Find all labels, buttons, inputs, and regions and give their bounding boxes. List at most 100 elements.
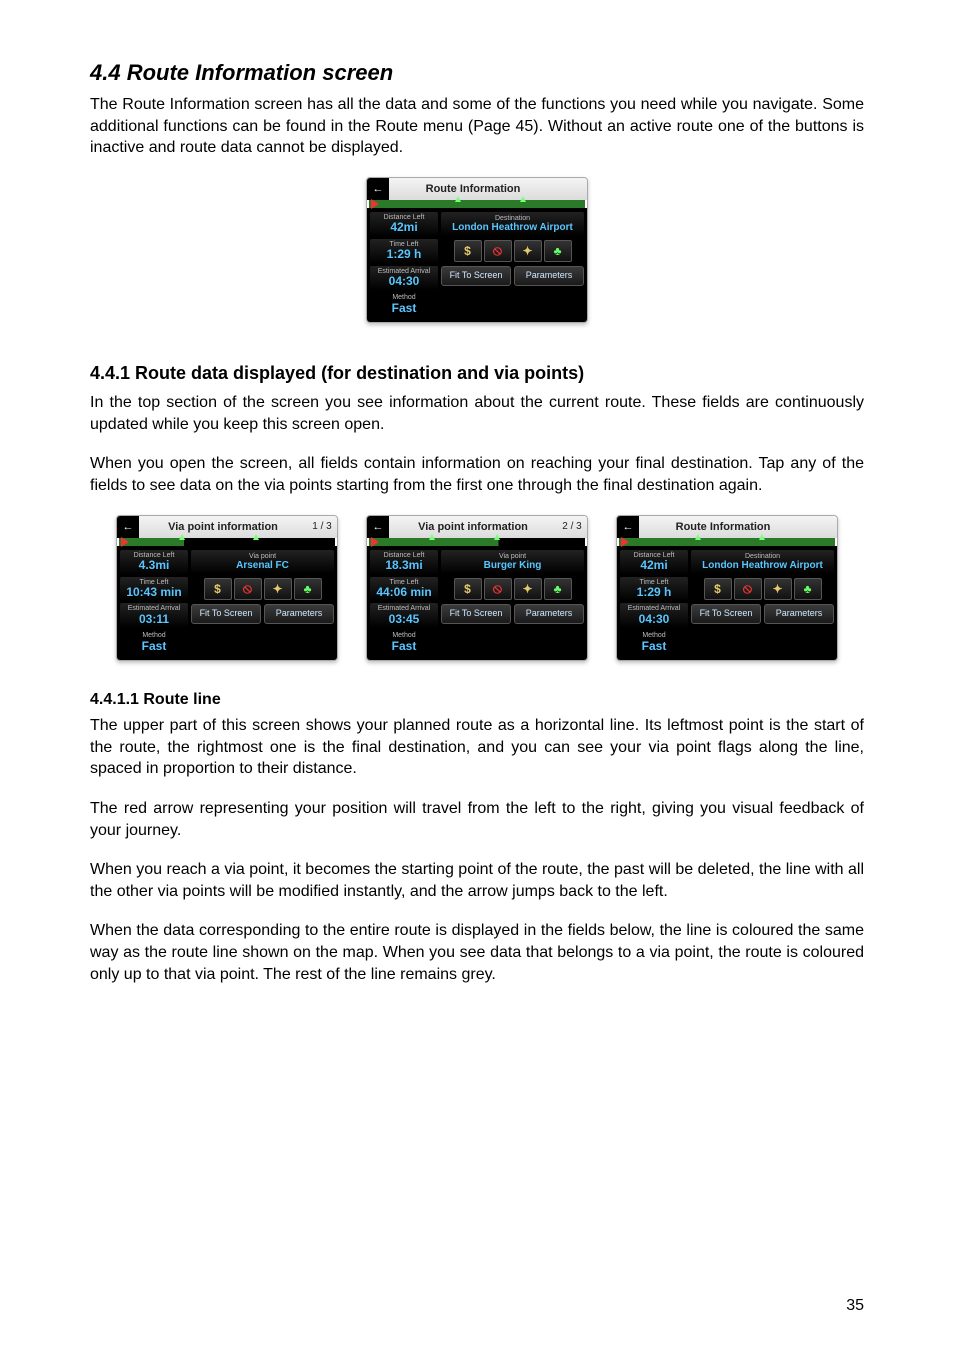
time-left-tile[interactable]: Time Left 44:06 min xyxy=(370,577,438,602)
para-4411d: When the data corresponding to the entir… xyxy=(90,920,864,985)
icon-row: $ ⦸ ✦ ♣ xyxy=(441,240,584,262)
dollar-icon[interactable]: $ xyxy=(204,578,232,600)
screenshot-via-1: ← Via point information 1 / 3 Distance L… xyxy=(116,515,338,662)
label: Destination xyxy=(444,215,581,222)
back-button[interactable]: ← xyxy=(367,178,389,200)
para-441b: When you open the screen, all fields con… xyxy=(90,453,864,496)
titlebar: ← Via point information 1 / 3 xyxy=(117,516,337,538)
heading-4-4-1: 4.4.1 Route data displayed (for destinat… xyxy=(90,363,864,384)
time-left-tile[interactable]: Time Left 1:29 h xyxy=(620,577,688,602)
stop-icon[interactable]: ⦸ xyxy=(484,578,512,600)
value: 1:29 h xyxy=(623,586,685,599)
eta-tile[interactable]: Estimated Arrival 04:30 xyxy=(620,603,688,628)
titlebar: ← Route Information xyxy=(617,516,837,538)
position-arrow-icon xyxy=(371,537,379,547)
dollar-icon[interactable]: $ xyxy=(454,240,482,262)
label: Via point xyxy=(444,553,581,560)
tree-icon[interactable]: ♣ xyxy=(544,578,572,600)
label: Destination xyxy=(694,553,831,560)
via-point-tile[interactable]: Via point Burger King xyxy=(441,550,584,574)
icon-row: $ ⦸ ✦ ♣ xyxy=(691,578,834,600)
back-button[interactable]: ← xyxy=(367,516,389,538)
time-left-tile[interactable]: Time Left 1:29 h xyxy=(370,239,438,264)
para-4411b: The red arrow representing your position… xyxy=(90,798,864,841)
fit-to-screen-button[interactable]: Fit To Screen xyxy=(691,604,761,624)
para-4411a: The upper part of this screen shows your… xyxy=(90,715,864,780)
fit-to-screen-button[interactable]: Fit To Screen xyxy=(191,604,261,624)
route-line xyxy=(369,200,585,208)
value: 03:45 xyxy=(373,613,435,626)
distance-left-tile[interactable]: Distance Left 4.3mi xyxy=(120,550,188,575)
route-line xyxy=(119,538,335,546)
parameters-button[interactable]: Parameters xyxy=(514,266,584,286)
eta-tile[interactable]: Estimated Arrival 04:30 xyxy=(370,266,438,291)
titlebar: ← Route Information xyxy=(367,178,587,200)
value: 44:06 min xyxy=(373,586,435,599)
value: Fast xyxy=(123,640,185,653)
value: Fast xyxy=(623,640,685,653)
icon-row: $ ⦸ ✦ ♣ xyxy=(441,578,584,600)
method-tile[interactable]: Method Fast xyxy=(120,630,188,655)
person-icon[interactable]: ✦ xyxy=(764,578,792,600)
parameters-button[interactable]: Parameters xyxy=(264,604,334,624)
fit-to-screen-button[interactable]: Fit To Screen xyxy=(441,604,511,624)
distance-left-tile[interactable]: Distance Left 42mi xyxy=(620,550,688,575)
page-number: 35 xyxy=(846,1297,864,1315)
dollar-icon[interactable]: $ xyxy=(704,578,732,600)
parameters-button[interactable]: Parameters xyxy=(514,604,584,624)
eta-tile[interactable]: Estimated Arrival 03:45 xyxy=(370,603,438,628)
stop-icon[interactable]: ⦸ xyxy=(234,578,262,600)
screen-title: Via point information xyxy=(389,521,557,533)
route-line xyxy=(619,538,835,546)
figure-main: ← Route Information Distance Left 42mi T… xyxy=(90,177,864,324)
via-point-tile[interactable]: Via point Arsenal FC xyxy=(191,550,334,574)
position-arrow-icon xyxy=(121,537,129,547)
method-tile[interactable]: Method Fast xyxy=(370,292,438,317)
pager: 2 / 3 xyxy=(557,521,587,532)
value: 42mi xyxy=(373,221,435,234)
route-line xyxy=(369,538,585,546)
time-left-tile[interactable]: Time Left 10:43 min xyxy=(120,577,188,602)
parameters-button[interactable]: Parameters xyxy=(764,604,834,624)
person-icon[interactable]: ✦ xyxy=(514,578,542,600)
value: 03:11 xyxy=(123,613,185,626)
back-button[interactable]: ← xyxy=(617,516,639,538)
value: 4.3mi xyxy=(123,559,185,572)
person-icon[interactable]: ✦ xyxy=(514,240,542,262)
via-flag-icon xyxy=(253,534,259,540)
value: London Heathrow Airport xyxy=(694,560,831,571)
distance-left-tile[interactable]: Distance Left 42mi xyxy=(370,212,438,237)
value: 10:43 min xyxy=(123,586,185,599)
stop-icon[interactable]: ⦸ xyxy=(734,578,762,600)
value: 1:29 h xyxy=(373,248,435,261)
dollar-icon[interactable]: $ xyxy=(454,578,482,600)
person-icon[interactable]: ✦ xyxy=(264,578,292,600)
titlebar: ← Via point information 2 / 3 xyxy=(367,516,587,538)
destination-tile[interactable]: Destination London Heathrow Airport xyxy=(691,550,834,574)
value: Arsenal FC xyxy=(194,560,331,571)
screen-title: Via point information xyxy=(139,521,307,533)
tree-icon[interactable]: ♣ xyxy=(544,240,572,262)
figure-row-3: ← Via point information 1 / 3 Distance L… xyxy=(90,515,864,662)
via-flag-icon xyxy=(494,534,500,540)
position-arrow-icon xyxy=(371,199,379,209)
value: Fast xyxy=(373,640,435,653)
via-flag-icon xyxy=(179,534,185,540)
distance-left-tile[interactable]: Distance Left 18.3mi xyxy=(370,550,438,575)
destination-tile[interactable]: Destination London Heathrow Airport xyxy=(441,212,584,236)
tree-icon[interactable]: ♣ xyxy=(294,578,322,600)
fit-to-screen-button[interactable]: Fit To Screen xyxy=(441,266,511,286)
method-tile[interactable]: Method Fast xyxy=(620,630,688,655)
via-flag-icon xyxy=(429,534,435,540)
stop-icon[interactable]: ⦸ xyxy=(484,240,512,262)
eta-tile[interactable]: Estimated Arrival 03:11 xyxy=(120,603,188,628)
para-441a: In the top section of the screen you see… xyxy=(90,392,864,435)
para-4-4: The Route Information screen has all the… xyxy=(90,94,864,159)
position-arrow-icon xyxy=(621,537,629,547)
value: London Heathrow Airport xyxy=(444,222,581,233)
heading-4-4: 4.4 Route Information screen xyxy=(90,60,864,86)
back-button[interactable]: ← xyxy=(117,516,139,538)
value: 42mi xyxy=(623,559,685,572)
tree-icon[interactable]: ♣ xyxy=(794,578,822,600)
method-tile[interactable]: Method Fast xyxy=(370,630,438,655)
